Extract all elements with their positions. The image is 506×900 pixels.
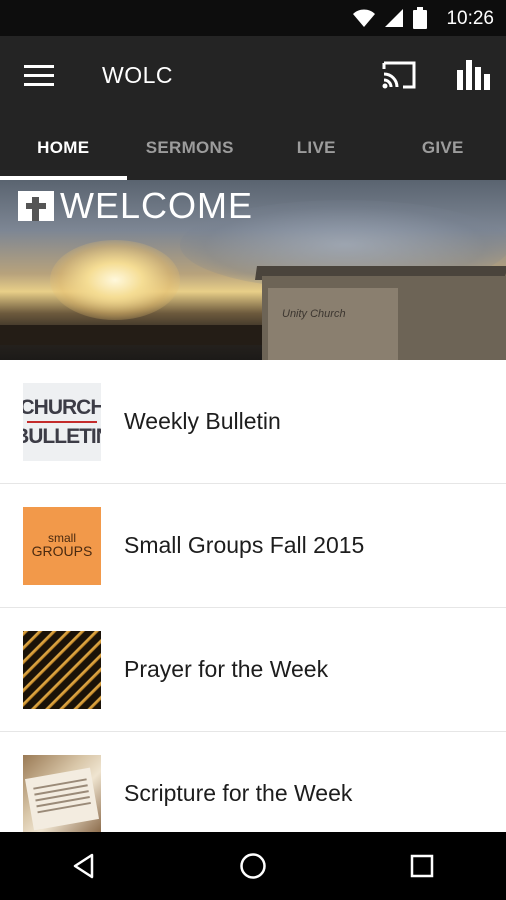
app-title: WOLC xyxy=(102,62,173,88)
thumb-text: small xyxy=(47,530,76,545)
welcome-text: WELCOME xyxy=(60,185,254,226)
list-item-label: Scripture for the Week xyxy=(124,780,353,806)
welcome-heading: WELCOME xyxy=(18,188,253,224)
battery-icon xyxy=(413,7,427,29)
signal-icon xyxy=(385,9,403,27)
back-icon xyxy=(74,853,94,879)
list-item-label: Small Groups Fall 2015 xyxy=(124,532,365,558)
home-button[interactable] xyxy=(223,836,283,896)
back-button[interactable] xyxy=(54,836,114,896)
divider xyxy=(27,420,97,423)
menu-icon[interactable] xyxy=(24,64,56,88)
building-wall xyxy=(268,288,398,360)
cast-icon[interactable] xyxy=(382,60,416,90)
cross-icon xyxy=(18,191,54,221)
list-item[interactable]: CHURCH BULLETIN Weekly Bulletin xyxy=(0,360,506,484)
thumb-text: GROUPS xyxy=(31,542,93,559)
bar-chart-icon[interactable] xyxy=(456,58,490,90)
content-list: CHURCH BULLETIN Weekly Bulletin small GR… xyxy=(0,360,506,856)
home-icon xyxy=(240,853,266,879)
sun-glow xyxy=(50,240,180,320)
tab-live[interactable]: LIVE xyxy=(253,116,380,180)
wifi-icon xyxy=(353,9,375,27)
bulletin-thumbnail: CHURCH BULLETIN xyxy=(23,382,101,461)
recents-button[interactable] xyxy=(392,836,452,896)
list-item[interactable]: Prayer for the Week xyxy=(0,608,506,732)
status-bar: 10:26 xyxy=(0,0,506,36)
scripture-thumbnail xyxy=(23,754,101,833)
treeline xyxy=(0,325,300,345)
prayer-thumbnail xyxy=(23,630,101,709)
list-item-label: Prayer for the Week xyxy=(124,656,329,682)
recents-icon xyxy=(410,854,433,878)
list-item[interactable]: small GROUPS Small Groups Fall 2015 xyxy=(0,484,506,608)
welcome-banner[interactable]: Unity Church WELCOME xyxy=(0,180,506,360)
building-sign: Unity Church xyxy=(282,308,346,320)
tab-sermons[interactable]: SERMONS xyxy=(127,116,254,180)
thumb-text: CHURCH xyxy=(23,395,101,419)
status-icons xyxy=(352,7,428,29)
app-bar: WOLC xyxy=(0,36,506,116)
thumb-text: BULLETIN xyxy=(23,424,101,448)
groups-thumbnail: small GROUPS xyxy=(23,506,101,585)
navigation-bar xyxy=(0,832,506,900)
tab-give[interactable]: GIVE xyxy=(380,116,506,180)
list-item-label: Weekly Bulletin xyxy=(124,408,281,434)
status-time: 10:26 xyxy=(446,8,494,29)
tab-bar: HOME SERMONS LIVE GIVE xyxy=(0,116,506,180)
tab-home[interactable]: HOME xyxy=(0,116,127,180)
